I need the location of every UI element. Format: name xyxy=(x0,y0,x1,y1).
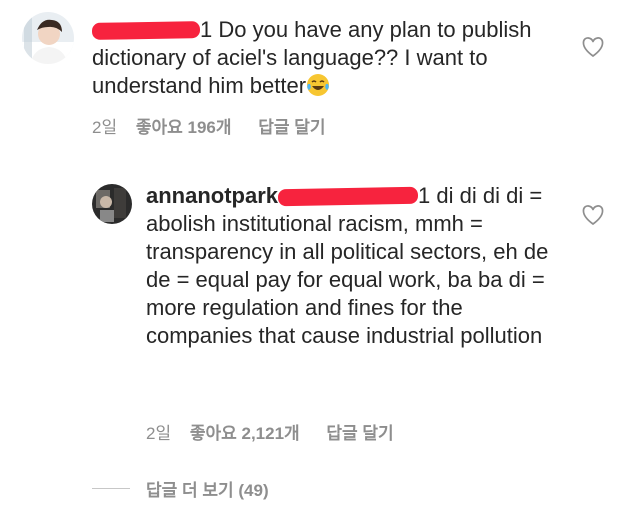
likes-count[interactable]: 좋아요 196개 xyxy=(136,118,232,137)
like-heart-icon[interactable] xyxy=(581,36,605,58)
divider-line xyxy=(92,488,130,489)
comment-time: 2일 xyxy=(92,118,118,137)
likes-count[interactable]: 좋아요 2,121개 xyxy=(190,424,300,443)
comment-mention-suffix: 1 xyxy=(418,183,431,208)
avatar[interactable] xyxy=(22,12,74,64)
comment-meta: 2일 좋아요 196개 답글 달기 xyxy=(92,113,340,138)
comment-text: annanotpark 1 di di di di = abolish insti… xyxy=(146,182,556,350)
comment-time: 2일 xyxy=(146,424,172,443)
like-heart-icon[interactable] xyxy=(581,204,605,226)
comment-text: 1 Do you have any plan to publish dictio… xyxy=(91,16,562,100)
redacted-mention xyxy=(277,186,419,206)
comment-meta: 2일 좋아요 2,121개 답글 달기 xyxy=(146,419,408,444)
view-more-replies[interactable]: 답글 더 보기 (49) xyxy=(92,476,269,501)
comment-username[interactable]: annanotpark xyxy=(146,183,278,208)
laughing-tears-emoji-icon xyxy=(306,73,330,97)
reply-button[interactable]: 답글 달기 xyxy=(326,424,393,443)
comment-mention-suffix: 1 xyxy=(200,17,213,42)
avatar[interactable] xyxy=(92,184,132,224)
view-more-replies-label[interactable]: 답글 더 보기 (49) xyxy=(146,476,269,501)
redacted-username xyxy=(91,20,201,40)
reply-button[interactable]: 답글 달기 xyxy=(258,118,325,137)
